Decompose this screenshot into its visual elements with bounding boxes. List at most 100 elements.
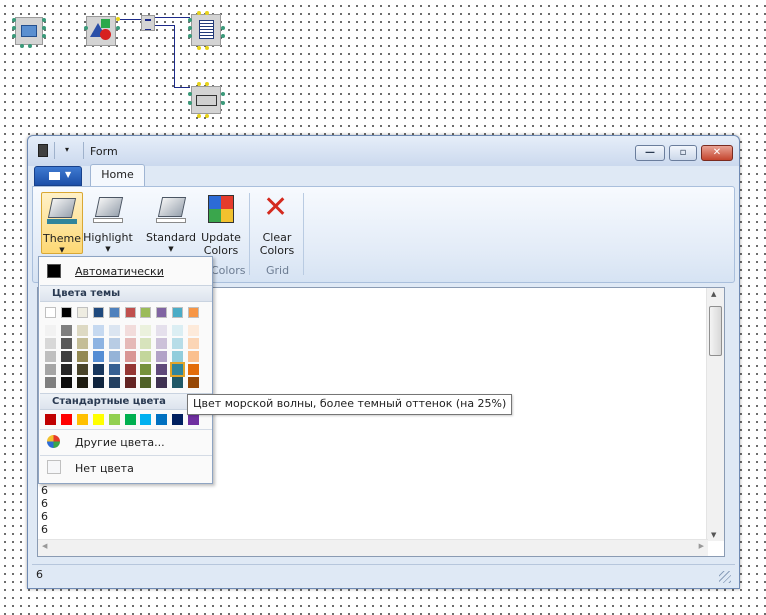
theme-color-swatch[interactable] (45, 307, 56, 318)
theme-shade-swatch[interactable] (108, 364, 120, 375)
theme-shade-swatch[interactable] (156, 351, 168, 362)
theme-shade-swatch[interactable] (76, 364, 88, 375)
theme-shade-swatch[interactable] (92, 351, 104, 362)
automatic-color-swatch[interactable] (47, 264, 61, 278)
window-icon (21, 25, 37, 37)
clear-colors-button[interactable]: ✕ Clear Colors (256, 192, 298, 258)
theme-shade-swatch[interactable] (172, 351, 184, 362)
theme-shade-swatch[interactable] (140, 377, 152, 388)
standard-color-swatch[interactable] (156, 414, 168, 425)
theme-shade-swatch[interactable] (124, 377, 136, 388)
theme-shade-swatch[interactable] (108, 351, 120, 362)
theme-shade-swatch[interactable] (124, 364, 136, 375)
theme-shade-swatch[interactable] (140, 364, 152, 375)
close-button[interactable]: ✕ (701, 145, 733, 161)
resize-grip-icon[interactable] (719, 571, 731, 583)
theme-shade-swatch[interactable] (188, 377, 200, 388)
theme-shade-swatch[interactable] (76, 351, 88, 362)
form-block[interactable] (15, 17, 43, 45)
theme-shade-swatch[interactable] (60, 338, 72, 349)
theme-button[interactable]: Theme ▼ (41, 192, 83, 254)
theme-shade-swatch[interactable] (45, 377, 56, 388)
standard-color-swatch[interactable] (140, 414, 152, 425)
automatic-option[interactable]: Автоматически (75, 265, 164, 278)
theme-shade-swatch[interactable] (92, 364, 104, 375)
theme-shade-swatch[interactable] (76, 338, 88, 349)
horizontal-scrollbar[interactable]: ◀ ▶ (38, 539, 708, 556)
theme-shade-swatch[interactable] (45, 351, 56, 362)
theme-shade-swatch[interactable] (188, 351, 200, 362)
theme-shade-swatch[interactable] (172, 338, 184, 349)
theme-shade-swatch[interactable] (172, 377, 184, 388)
theme-shade-swatch[interactable] (108, 377, 120, 388)
theme-shade-swatch[interactable] (60, 325, 72, 336)
theme-shade-swatch[interactable] (45, 338, 56, 349)
scroll-down-arrow[interactable]: ▼ (711, 531, 716, 539)
theme-shade-swatch[interactable] (108, 338, 120, 349)
theme-shade-swatch[interactable] (92, 377, 104, 388)
theme-shade-swatch[interactable] (92, 325, 104, 336)
update-colors-button[interactable]: Update Colors (198, 192, 244, 257)
theme-color-swatch[interactable] (156, 307, 168, 318)
theme-shade-swatch[interactable] (188, 325, 200, 336)
application-menu-button[interactable]: ▼ (34, 166, 82, 186)
theme-shade-swatch[interactable] (172, 325, 184, 336)
quick-access-dropdown-icon[interactable]: ▾ (65, 145, 69, 154)
shapes-block[interactable] (86, 16, 116, 46)
theme-shade-swatch[interactable] (60, 364, 72, 375)
theme-color-swatch[interactable] (140, 307, 152, 318)
theme-shade-swatch[interactable] (188, 338, 200, 349)
theme-shade-swatch[interactable] (140, 325, 152, 336)
theme-shade-swatch[interactable] (188, 364, 200, 375)
minimize-button[interactable]: — (635, 145, 665, 161)
theme-shade-swatch[interactable] (76, 325, 88, 336)
theme-shade-swatch[interactable] (92, 338, 104, 349)
theme-shade-swatch[interactable] (156, 377, 168, 388)
standard-button[interactable]: Standard ▼ (146, 192, 196, 254)
splitter-block[interactable] (141, 15, 155, 31)
panel-block[interactable] (191, 86, 221, 114)
theme-shade-swatch[interactable] (156, 325, 168, 336)
no-color-swatch[interactable] (47, 460, 61, 474)
theme-shade-swatch[interactable] (124, 351, 136, 362)
standard-color-swatch[interactable] (92, 414, 104, 425)
scroll-up-arrow[interactable]: ▲ (711, 290, 716, 298)
standard-color-swatch[interactable] (172, 414, 184, 425)
theme-shade-swatch[interactable] (60, 377, 72, 388)
theme-color-swatch[interactable] (60, 307, 72, 318)
standard-color-swatch[interactable] (108, 414, 120, 425)
theme-shade-swatch[interactable] (124, 325, 136, 336)
scroll-left-arrow[interactable]: ◀ (42, 542, 47, 550)
tab-home[interactable]: Home (90, 164, 145, 186)
theme-shade-swatch[interactable] (60, 351, 72, 362)
text-block[interactable] (191, 14, 221, 46)
scroll-thumb[interactable] (709, 306, 722, 356)
theme-color-swatch[interactable] (92, 307, 104, 318)
theme-color-swatch[interactable] (124, 307, 136, 318)
no-color-option[interactable]: Нет цвета (75, 462, 134, 475)
standard-color-swatch[interactable] (60, 414, 72, 425)
theme-shade-swatch[interactable] (156, 338, 168, 349)
theme-shade-swatch[interactable] (156, 364, 168, 375)
theme-color-swatch[interactable] (188, 307, 200, 318)
theme-shade-swatch[interactable] (140, 351, 152, 362)
theme-shade-swatch[interactable] (108, 325, 120, 336)
theme-color-swatch[interactable] (76, 307, 88, 318)
highlight-button[interactable]: Highlight ▼ (83, 192, 133, 254)
theme-shade-swatch[interactable] (140, 338, 152, 349)
maximize-button[interactable]: ▫ (669, 145, 697, 161)
theme-shade-swatch[interactable] (45, 325, 56, 336)
selected-color-swatch[interactable] (170, 362, 186, 377)
standard-color-swatch[interactable] (124, 414, 136, 425)
theme-color-swatch[interactable] (172, 307, 184, 318)
theme-shade-swatch[interactable] (76, 377, 88, 388)
theme-color-swatch[interactable] (108, 307, 120, 318)
standard-color-swatch[interactable] (76, 414, 88, 425)
theme-shade-swatch[interactable] (124, 338, 136, 349)
more-colors-option[interactable]: Другие цвета... (75, 436, 165, 449)
vertical-scrollbar[interactable]: ▲ ▼ (706, 288, 724, 541)
theme-shade-swatch[interactable] (45, 364, 56, 375)
standard-color-swatch[interactable] (45, 414, 56, 425)
standard-color-swatch[interactable] (188, 414, 200, 425)
scroll-right-arrow[interactable]: ▶ (699, 542, 704, 550)
